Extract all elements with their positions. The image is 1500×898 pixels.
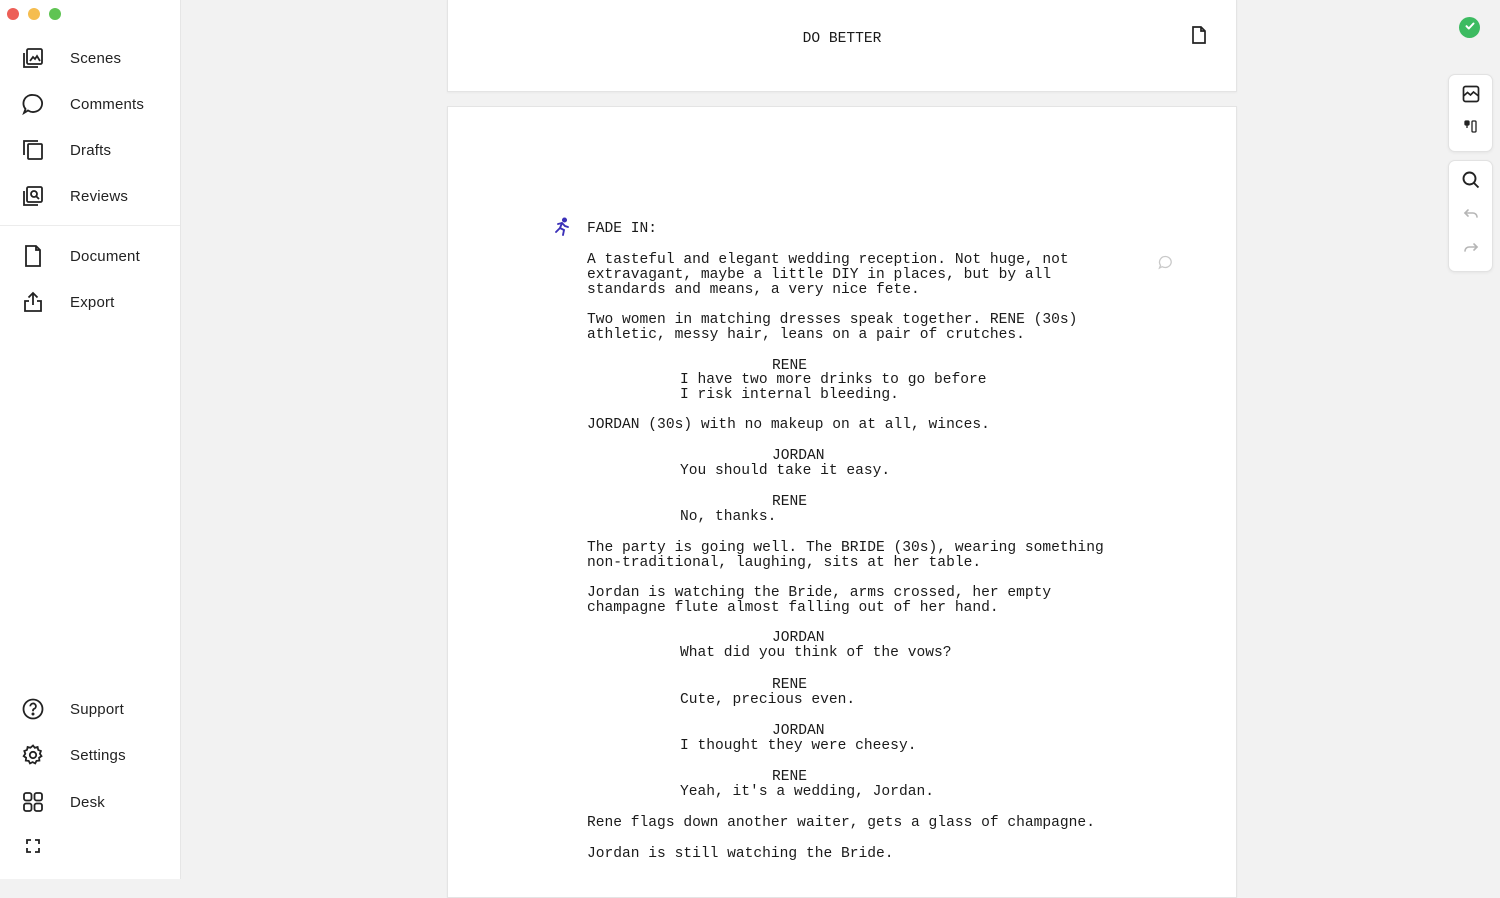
sidebar-item-document[interactable]: Document (20, 242, 170, 270)
document-icon (20, 243, 46, 269)
maximize-window-button[interactable] (49, 8, 61, 20)
dialogue-line: I risk internal bleeding. (680, 387, 899, 403)
view-toolbar (1448, 74, 1493, 152)
action-line: A tasteful and elegant wedding reception… (587, 252, 1069, 268)
desk-grid-icon (20, 789, 46, 815)
fullscreen-button[interactable] (20, 832, 46, 860)
gear-icon (20, 742, 46, 768)
sidebar-item-label: Desk (70, 793, 105, 811)
dialogue-line: I thought they were cheesy. (680, 738, 917, 754)
title-page-button[interactable] (1190, 25, 1210, 45)
sidebar-item-comments[interactable]: Comments (20, 90, 170, 118)
title-page: DO BETTER (447, 0, 1237, 92)
dialogue-line: Yeah, it's a wedding, Jordan. (680, 784, 934, 800)
redo-button[interactable] (1458, 237, 1484, 263)
quote-icon (1463, 119, 1479, 140)
edit-toolbar (1448, 160, 1493, 272)
action-line: athletic, messy hair, leans on a pair of… (587, 327, 1025, 343)
sidebar-item-label: Document (70, 247, 140, 265)
action-line: Jordan is still watching the Bride. (587, 846, 894, 862)
sidebar-item-settings[interactable]: Settings (20, 741, 170, 769)
script-title: DO BETTER (802, 31, 882, 47)
redo-icon (1463, 241, 1479, 260)
character-name: JORDAN (772, 448, 825, 464)
sidebar-divider (0, 225, 180, 226)
check-icon (1464, 19, 1476, 37)
dialogue-line: Cute, precious even. (680, 692, 856, 708)
script-page[interactable]: FADE IN: A tasteful and elegant wedding … (447, 106, 1237, 898)
character-name: JORDAN (772, 723, 825, 739)
action-line: Rene flags down another waiter, gets a g… (587, 815, 1095, 831)
sidebar-item-desk[interactable]: Desk (20, 788, 170, 816)
character-name: RENE (772, 769, 808, 785)
undo-button[interactable] (1458, 203, 1484, 229)
window-controls (7, 8, 61, 20)
close-window-button[interactable] (7, 8, 19, 20)
comment-icon (20, 91, 46, 117)
comment-marker-icon[interactable] (1158, 255, 1173, 275)
action-line: Two women in matching dresses speak toge… (587, 312, 1078, 328)
action-line: extravagant, maybe a little DIY in place… (587, 267, 1052, 283)
sidebar-item-export[interactable]: Export (20, 288, 170, 316)
quotes-button[interactable] (1458, 116, 1484, 142)
sidebar-item-label: Settings (70, 746, 126, 764)
scenes-icon (20, 45, 46, 71)
export-icon (20, 289, 46, 315)
character-name: RENE (772, 677, 808, 693)
character-name: JORDAN (772, 630, 825, 646)
sidebar-item-label: Reviews (70, 187, 129, 205)
character-name: RENE (772, 494, 808, 510)
sidebar-item-reviews[interactable]: Reviews (20, 182, 170, 210)
action-line: non-traditional, laughing, sits at her t… (587, 555, 982, 571)
dialogue-line: No, thanks. (680, 509, 777, 525)
sidebar-item-label: Scenes (70, 49, 122, 67)
scene-image-icon (1461, 84, 1481, 109)
scene-cards-button[interactable] (1458, 83, 1484, 109)
action-line: champagne flute almost falling out of he… (587, 600, 999, 616)
reviews-icon (20, 183, 46, 209)
fullscreen-icon (20, 833, 46, 859)
scene-running-icon[interactable] (552, 217, 572, 242)
action-line: standards and means, a very nice fete. (587, 282, 920, 298)
dialogue-line: You should take it easy. (680, 463, 891, 479)
minimize-window-button[interactable] (28, 8, 40, 20)
sidebar: Scenes Comments Drafts Reviews Document … (0, 0, 181, 879)
action-line: Jordan is watching the Bride, arms cross… (587, 585, 1052, 601)
dialogue-line: What did you think of the vows? (680, 645, 952, 661)
action-line: JORDAN (30s) with no makeup on at all, w… (587, 417, 990, 433)
search-icon (1461, 170, 1481, 195)
sidebar-item-label: Support (70, 700, 124, 718)
sidebar-item-label: Drafts (70, 141, 112, 159)
action-line: The party is going well. The BRIDE (30s)… (587, 540, 1104, 556)
help-icon (20, 696, 46, 722)
undo-icon (1463, 207, 1479, 226)
sidebar-item-support[interactable]: Support (20, 695, 170, 723)
scene-transition: FADE IN: (587, 221, 658, 237)
sync-status-badge[interactable] (1459, 17, 1480, 38)
sidebar-item-label: Export (70, 293, 115, 311)
search-button[interactable] (1458, 169, 1484, 195)
sidebar-item-label: Comments (70, 95, 145, 113)
dialogue-line: I have two more drinks to go before (680, 372, 987, 388)
sidebar-item-scenes[interactable]: Scenes (20, 44, 170, 72)
drafts-icon (20, 137, 46, 163)
sidebar-item-drafts[interactable]: Drafts (20, 136, 170, 164)
document-icon (1190, 26, 1208, 49)
